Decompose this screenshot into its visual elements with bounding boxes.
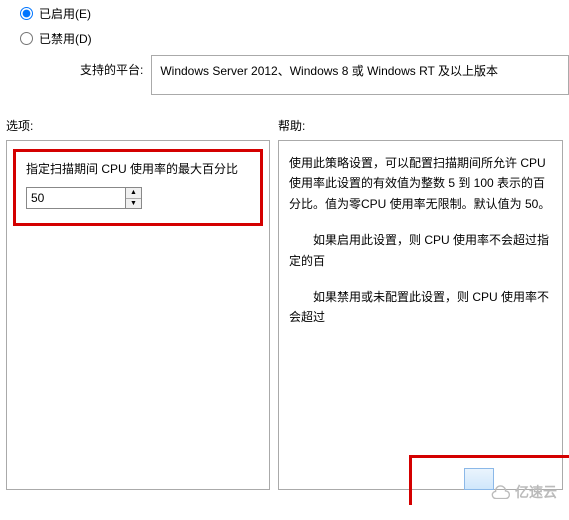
cpu-percentage-spinner: ▲ ▼ xyxy=(26,187,146,209)
help-paragraph-3: 如果禁用或未配置此设置，则 CPU 使用率不会超过 xyxy=(289,287,552,328)
radio-disabled-input[interactable] xyxy=(20,32,33,45)
help-paragraph-2: 如果启用此设置，则 CPU 使用率不会超过指定的百 xyxy=(289,230,552,271)
radio-enabled-label: 已启用(E) xyxy=(39,5,91,22)
help-section-label: 帮助: xyxy=(278,117,563,134)
platform-row: 支持的平台: Windows Server 2012、Windows 8 或 W… xyxy=(80,55,549,95)
options-section-label: 选项: xyxy=(6,117,278,134)
spinner-down-button[interactable]: ▼ xyxy=(126,199,141,209)
watermark-text: 亿速云 xyxy=(515,482,557,502)
spinner-up-button[interactable]: ▲ xyxy=(126,188,141,199)
platform-label: 支持的平台: xyxy=(80,55,143,78)
cloud-icon xyxy=(489,485,511,499)
platform-value: Windows Server 2012、Windows 8 或 Windows … xyxy=(160,64,498,78)
watermark: 亿速云 xyxy=(489,482,557,502)
highlight-annotation: 指定扫描期间 CPU 使用率的最大百分比 ▲ ▼ xyxy=(13,149,263,226)
cpu-option-label: 指定扫描期间 CPU 使用率的最大百分比 xyxy=(26,160,250,177)
help-paragraph-1: 使用此策略设置，可以配置扫描期间所允许 CPU 使用率此设置的有效值为整数 5 … xyxy=(289,153,552,214)
radio-enabled-input[interactable] xyxy=(20,7,33,20)
spinner-buttons: ▲ ▼ xyxy=(126,187,142,209)
state-radio-group: 已启用(E) 已禁用(D) xyxy=(20,5,549,47)
cpu-percentage-input[interactable] xyxy=(26,187,126,209)
radio-enabled[interactable]: 已启用(E) xyxy=(20,5,549,22)
platform-box: Windows Server 2012、Windows 8 或 Windows … xyxy=(151,55,569,95)
radio-disabled-label: 已禁用(D) xyxy=(39,30,92,47)
options-panel: 指定扫描期间 CPU 使用率的最大百分比 ▲ ▼ xyxy=(6,140,270,490)
help-panel: 使用此策略设置，可以配置扫描期间所允许 CPU 使用率此设置的有效值为整数 5 … xyxy=(278,140,563,490)
radio-disabled[interactable]: 已禁用(D) xyxy=(20,30,549,47)
